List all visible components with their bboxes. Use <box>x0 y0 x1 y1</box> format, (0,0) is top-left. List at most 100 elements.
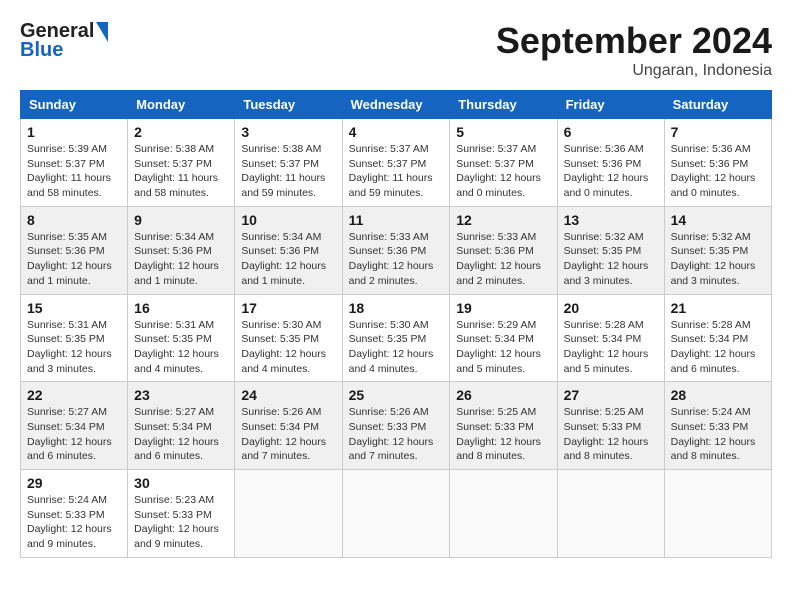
day-info: Sunrise: 5:30 AM Sunset: 5:35 PM Dayligh… <box>349 318 444 377</box>
day-number: 30 <box>134 475 228 491</box>
day-number: 3 <box>241 124 335 140</box>
day-info: Sunrise: 5:36 AM Sunset: 5:36 PM Dayligh… <box>671 142 765 201</box>
day-cell <box>235 470 342 558</box>
day-info: Sunrise: 5:39 AM Sunset: 5:37 PM Dayligh… <box>27 142 121 201</box>
day-cell: 9 Sunrise: 5:34 AM Sunset: 5:36 PM Daylig… <box>128 206 235 294</box>
day-number: 20 <box>564 300 658 316</box>
day-info: Sunrise: 5:23 AM Sunset: 5:33 PM Dayligh… <box>134 493 228 552</box>
day-number: 9 <box>134 212 228 228</box>
day-number: 27 <box>564 387 658 403</box>
day-info: Sunrise: 5:35 AM Sunset: 5:36 PM Dayligh… <box>27 230 121 289</box>
title-area: September 2024 Ungaran, Indonesia <box>496 20 772 80</box>
day-number: 13 <box>564 212 658 228</box>
day-cell: 20 Sunrise: 5:28 AM Sunset: 5:34 PM Dayli… <box>557 294 664 382</box>
day-info: Sunrise: 5:25 AM Sunset: 5:33 PM Dayligh… <box>564 405 658 464</box>
day-cell: 8Sunrise: 5:35 AM Sunset: 5:36 PM Daylig… <box>21 206 128 294</box>
day-info: Sunrise: 5:28 AM Sunset: 5:34 PM Dayligh… <box>564 318 658 377</box>
day-cell: 15 Sunrise: 5:31 AM Sunset: 5:35 PM Dayli… <box>21 294 128 382</box>
day-cell: 22 Sunrise: 5:27 AM Sunset: 5:34 PM Dayli… <box>21 382 128 470</box>
day-info: Sunrise: 5:25 AM Sunset: 5:33 PM Dayligh… <box>456 405 550 464</box>
day-cell: 26 Sunrise: 5:25 AM Sunset: 5:33 PM Dayli… <box>450 382 557 470</box>
day-cell: 27 Sunrise: 5:25 AM Sunset: 5:33 PM Dayli… <box>557 382 664 470</box>
day-number: 7 <box>671 124 765 140</box>
day-info: Sunrise: 5:34 AM Sunset: 5:36 PM Dayligh… <box>241 230 335 289</box>
day-cell: 5 Sunrise: 5:37 AM Sunset: 5:37 PM Daylig… <box>450 119 557 207</box>
day-info: Sunrise: 5:34 AM Sunset: 5:36 PM Dayligh… <box>134 230 228 289</box>
day-info: Sunrise: 5:31 AM Sunset: 5:35 PM Dayligh… <box>134 318 228 377</box>
day-cell: 29 Sunrise: 5:24 AM Sunset: 5:33 PM Dayli… <box>21 470 128 558</box>
day-number: 18 <box>349 300 444 316</box>
day-number: 23 <box>134 387 228 403</box>
week-row-2: 8Sunrise: 5:35 AM Sunset: 5:36 PM Daylig… <box>21 206 772 294</box>
header-day-sunday: Sunday <box>21 91 128 119</box>
calendar-table: SundayMondayTuesdayWednesdayThursdayFrid… <box>20 90 772 558</box>
day-info: Sunrise: 5:26 AM Sunset: 5:34 PM Dayligh… <box>241 405 335 464</box>
day-cell: 16 Sunrise: 5:31 AM Sunset: 5:35 PM Dayli… <box>128 294 235 382</box>
day-cell: 1 Sunrise: 5:39 AM Sunset: 5:37 PM Daylig… <box>21 119 128 207</box>
day-number: 15 <box>27 300 121 316</box>
day-cell: 7 Sunrise: 5:36 AM Sunset: 5:36 PM Daylig… <box>664 119 771 207</box>
day-number: 11 <box>349 212 444 228</box>
day-number: 28 <box>671 387 765 403</box>
day-cell: 24 Sunrise: 5:26 AM Sunset: 5:34 PM Dayli… <box>235 382 342 470</box>
day-number: 4 <box>349 124 444 140</box>
day-cell: 6 Sunrise: 5:36 AM Sunset: 5:36 PM Daylig… <box>557 119 664 207</box>
header-day-saturday: Saturday <box>664 91 771 119</box>
day-info: Sunrise: 5:32 AM Sunset: 5:35 PM Dayligh… <box>564 230 658 289</box>
day-cell: 18 Sunrise: 5:30 AM Sunset: 5:35 PM Dayli… <box>342 294 450 382</box>
day-cell: 3 Sunrise: 5:38 AM Sunset: 5:37 PM Daylig… <box>235 119 342 207</box>
day-number: 21 <box>671 300 765 316</box>
day-cell <box>342 470 450 558</box>
day-number: 26 <box>456 387 550 403</box>
day-cell: 25 Sunrise: 5:26 AM Sunset: 5:33 PM Dayli… <box>342 382 450 470</box>
day-cell: 21 Sunrise: 5:28 AM Sunset: 5:34 PM Dayli… <box>664 294 771 382</box>
header-day-tuesday: Tuesday <box>235 91 342 119</box>
day-info: Sunrise: 5:37 AM Sunset: 5:37 PM Dayligh… <box>456 142 550 201</box>
day-number: 6 <box>564 124 658 140</box>
day-number: 16 <box>134 300 228 316</box>
day-cell: 23 Sunrise: 5:27 AM Sunset: 5:34 PM Dayli… <box>128 382 235 470</box>
day-cell: 10Sunrise: 5:34 AM Sunset: 5:36 PM Dayli… <box>235 206 342 294</box>
day-cell: 28 Sunrise: 5:24 AM Sunset: 5:33 PM Dayli… <box>664 382 771 470</box>
day-number: 5 <box>456 124 550 140</box>
header-day-friday: Friday <box>557 91 664 119</box>
week-row-4: 22 Sunrise: 5:27 AM Sunset: 5:34 PM Dayli… <box>21 382 772 470</box>
day-number: 1 <box>27 124 121 140</box>
day-info: Sunrise: 5:29 AM Sunset: 5:34 PM Dayligh… <box>456 318 550 377</box>
day-cell <box>557 470 664 558</box>
week-row-5: 29 Sunrise: 5:24 AM Sunset: 5:33 PM Dayli… <box>21 470 772 558</box>
day-info: Sunrise: 5:24 AM Sunset: 5:33 PM Dayligh… <box>27 493 121 552</box>
day-info: Sunrise: 5:31 AM Sunset: 5:35 PM Dayligh… <box>27 318 121 377</box>
day-cell: 11Sunrise: 5:33 AM Sunset: 5:36 PM Dayli… <box>342 206 450 294</box>
day-number: 17 <box>241 300 335 316</box>
day-cell: 12Sunrise: 5:33 AM Sunset: 5:36 PM Dayli… <box>450 206 557 294</box>
day-number: 2 <box>134 124 228 140</box>
day-info: Sunrise: 5:32 AM Sunset: 5:35 PM Dayligh… <box>671 230 765 289</box>
logo-blue-text: Blue <box>20 39 63 61</box>
day-number: 19 <box>456 300 550 316</box>
month-title: September 2024 <box>496 20 772 62</box>
day-info: Sunrise: 5:27 AM Sunset: 5:34 PM Dayligh… <box>134 405 228 464</box>
day-info: Sunrise: 5:24 AM Sunset: 5:33 PM Dayligh… <box>671 405 765 464</box>
day-info: Sunrise: 5:37 AM Sunset: 5:37 PM Dayligh… <box>349 142 444 201</box>
day-info: Sunrise: 5:38 AM Sunset: 5:37 PM Dayligh… <box>134 142 228 201</box>
day-info: Sunrise: 5:38 AM Sunset: 5:37 PM Dayligh… <box>241 142 335 201</box>
day-info: Sunrise: 5:28 AM Sunset: 5:34 PM Dayligh… <box>671 318 765 377</box>
header-day-wednesday: Wednesday <box>342 91 450 119</box>
header: General Blue September 2024 Ungaran, Ind… <box>20 20 772 80</box>
week-row-1: 1 Sunrise: 5:39 AM Sunset: 5:37 PM Daylig… <box>21 119 772 207</box>
day-number: 29 <box>27 475 121 491</box>
day-cell: 14Sunrise: 5:32 AM Sunset: 5:35 PM Dayli… <box>664 206 771 294</box>
day-info: Sunrise: 5:36 AM Sunset: 5:36 PM Dayligh… <box>564 142 658 201</box>
day-number: 22 <box>27 387 121 403</box>
day-cell: 19 Sunrise: 5:29 AM Sunset: 5:34 PM Dayli… <box>450 294 557 382</box>
day-cell: 30 Sunrise: 5:23 AM Sunset: 5:33 PM Dayli… <box>128 470 235 558</box>
day-number: 24 <box>241 387 335 403</box>
header-day-monday: Monday <box>128 91 235 119</box>
day-cell: 4 Sunrise: 5:37 AM Sunset: 5:37 PM Daylig… <box>342 119 450 207</box>
day-info: Sunrise: 5:27 AM Sunset: 5:34 PM Dayligh… <box>27 405 121 464</box>
day-cell: 17Sunrise: 5:30 AM Sunset: 5:35 PM Dayli… <box>235 294 342 382</box>
day-number: 12 <box>456 212 550 228</box>
day-number: 25 <box>349 387 444 403</box>
day-info: Sunrise: 5:26 AM Sunset: 5:33 PM Dayligh… <box>349 405 444 464</box>
